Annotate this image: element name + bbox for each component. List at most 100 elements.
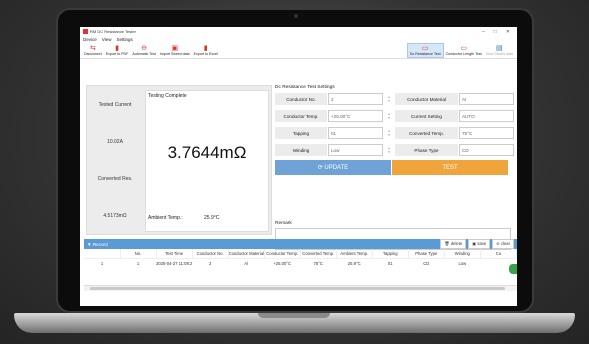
resistance-value: 3.7644mΩ <box>167 143 247 162</box>
table-header: No. Test Time Conductor No. Conductor Mater… <box>84 249 517 258</box>
test-settings: Dc Resistance Test Settings Conductor No… <box>275 85 514 225</box>
column-header[interactable]: Winding <box>444 249 481 258</box>
base-notch <box>258 313 330 318</box>
camera-dot <box>294 14 298 18</box>
toolbar-button-pdf[interactable]: ▮ Export to PDF <box>104 43 131 58</box>
toolbar-label: Dc Resistance Test <box>409 52 441 56</box>
table-cell: Low <box>444 257 481 268</box>
column-header[interactable]: Cu <box>480 249 517 258</box>
save-button[interactable]: ▣ save <box>468 239 491 249</box>
update-label: UPDATE <box>324 164 349 171</box>
delete-label: delete <box>450 241 463 246</box>
setting-field[interactable]: Al <box>459 93 514 105</box>
table-cell: 75°C <box>300 257 337 268</box>
setting-field[interactable]: CD <box>459 144 514 156</box>
spinner-icon[interactable]: ▲ ▼ <box>384 127 394 139</box>
table-cell: 2025-04-27 11:09:29 <box>156 257 193 268</box>
excel-icon: ▮ <box>203 45 208 52</box>
converted-res-value: 4.5173mΩ <box>103 212 127 219</box>
column-header[interactable]: Ambient Temp. <box>336 249 373 258</box>
column-header[interactable]: Converted Temp. <box>300 249 337 258</box>
menu-settings[interactable]: Settings <box>116 37 132 42</box>
menu-device[interactable]: Device <box>83 37 97 42</box>
column-header[interactable] <box>84 249 121 258</box>
column-header[interactable]: Conductor Material <box>228 249 265 258</box>
test-button[interactable]: TEST <box>392 160 508 175</box>
delete-button[interactable]: 🗑 delete <box>440 239 467 249</box>
title-bar: RM DC Resistance Tester – □ ✕ <box>80 27 517 36</box>
settings-title: Dc Resistance Test Settings <box>275 85 335 90</box>
column-header[interactable]: Tapping <box>372 249 409 258</box>
resistance-display: Testing Complete 3.7644mΩ Ambient Temp.:… <box>145 90 269 232</box>
spinner-icon[interactable]: ▲ ▼ <box>384 110 394 122</box>
table-cell: 2 <box>192 257 229 268</box>
toolbar-label: Conductor Length Test <box>445 52 482 56</box>
column-header[interactable]: Conductor Temp. <box>264 249 301 258</box>
toolbar-button-excel[interactable]: ▮ Export to Excel <box>192 43 220 58</box>
settings-grid: Conductor No. 2 ▲ ▼ Conductor Material Al Cond… <box>275 93 514 156</box>
import-icon: ▣ <box>171 45 179 52</box>
table-row[interactable]: 1 1 2025-04-27 11:09:29 2 Al +25.00°C 75°C 25.9… <box>84 257 517 268</box>
record-buttons: 🗑 delete ▣ save ⊘ clear <box>440 239 514 249</box>
refresh-icon: ⟳ <box>317 165 325 171</box>
menu-view[interactable]: View <box>102 37 112 42</box>
tested-current-label: Tested Current <box>98 101 132 108</box>
ambient-temp-value: 25.9°C <box>204 215 220 221</box>
setting-label: Conductor Material <box>395 93 458 105</box>
record-table: No. Test Time Conductor No. Conductor Mater… <box>84 249 517 268</box>
toolbar-button-length-test[interactable]: ▭ Conductor Length Test <box>444 43 484 58</box>
column-header[interactable]: Conductor No. <box>192 249 229 258</box>
table-cell: 25.9°C <box>336 257 373 268</box>
ambient-temp-label: Ambient Temp.: <box>148 215 183 221</box>
toolbar-button-plug[interactable]: ⇆ Disconnect <box>82 43 104 58</box>
column-header[interactable]: Phase Type <box>408 249 445 258</box>
minimize-button[interactable]: – <box>482 29 485 35</box>
setting-label: Conductor Temp. <box>275 110 327 122</box>
record-header: ▼ Record 🗑 delete ▣ save ⊘ clear <box>84 239 517 249</box>
maximize-button[interactable]: □ <box>494 29 497 35</box>
toolbar-label: Automatic Test <box>132 52 156 56</box>
toolbar-button-auto-test[interactable]: ⊖ Automatic Test <box>130 43 158 58</box>
table-body: 1 1 2025-04-27 11:09:29 2 Al +25.00°C 75°C 25.9… <box>84 257 517 268</box>
remark-label: Remark <box>275 221 292 226</box>
column-header[interactable]: Test Time <box>156 249 193 258</box>
toolbar-label: Export to Excel <box>193 52 218 56</box>
spinner-icon[interactable]: ▲ ▼ <box>384 144 394 156</box>
setting-field[interactable]: 01 <box>328 127 383 139</box>
horizontal-scrollbar[interactable] <box>84 285 517 291</box>
current-summary: Tested Current 10.02A Converted Res. 4.5… <box>87 86 143 234</box>
test-status: Testing Complete <box>148 93 187 99</box>
setting-field[interactable]: Low <box>328 144 383 156</box>
toolbar: ⇆ Disconnect ▮ Export to PDF ⊖ Automatic Test… <box>80 43 517 59</box>
record-panel: ▼ Record 🗑 delete ▣ save ⊘ clear No. Test… <box>84 239 517 287</box>
clear-button[interactable]: ⊘ clear <box>492 239 514 249</box>
table-cell: +25.00°C <box>264 257 301 268</box>
setting-field[interactable]: +25.00°C <box>328 110 383 122</box>
converted-res-label: Converted Res. <box>97 175 133 182</box>
setting-label: Phase Type <box>395 144 458 156</box>
app-screen: RM DC Resistance Tester – □ ✕ Device Vie… <box>80 27 517 306</box>
toolbar-button-import[interactable]: ▣ Import Stored data <box>158 43 192 58</box>
toolbar-button-stored-data[interactable]: ▤ View Stored data <box>484 43 515 58</box>
setting-field[interactable]: 2 <box>328 93 383 105</box>
update-button[interactable]: ⟳ UPDATE <box>275 160 391 175</box>
toolbar-button-dc-resistance[interactable]: ▭ Dc Resistance Test <box>406 43 444 58</box>
table-cell: 1 <box>84 257 121 268</box>
close-button[interactable]: ✕ <box>506 29 510 35</box>
setting-field[interactable]: AUTO <box>459 110 514 122</box>
setting-label: Current Setting <box>395 110 458 122</box>
column-header[interactable]: No. <box>120 249 157 258</box>
spinner-icon[interactable]: ▲ ▼ <box>384 93 394 105</box>
side-tab[interactable] <box>509 264 517 274</box>
window-title: RM DC Resistance Tester <box>90 29 136 34</box>
table-cell: 01 <box>372 257 409 268</box>
clear-label: clear <box>500 241 510 246</box>
setting-field[interactable]: 75°C <box>459 127 514 139</box>
scrollbar-thumb[interactable] <box>90 287 505 290</box>
menu-bar: Device View Settings <box>80 36 517 43</box>
plug-icon: ⇆ <box>89 45 96 52</box>
length-test-icon: ▭ <box>460 45 467 52</box>
auto-test-icon: ⊖ <box>141 45 148 52</box>
stored-data-icon: ▤ <box>496 45 503 52</box>
